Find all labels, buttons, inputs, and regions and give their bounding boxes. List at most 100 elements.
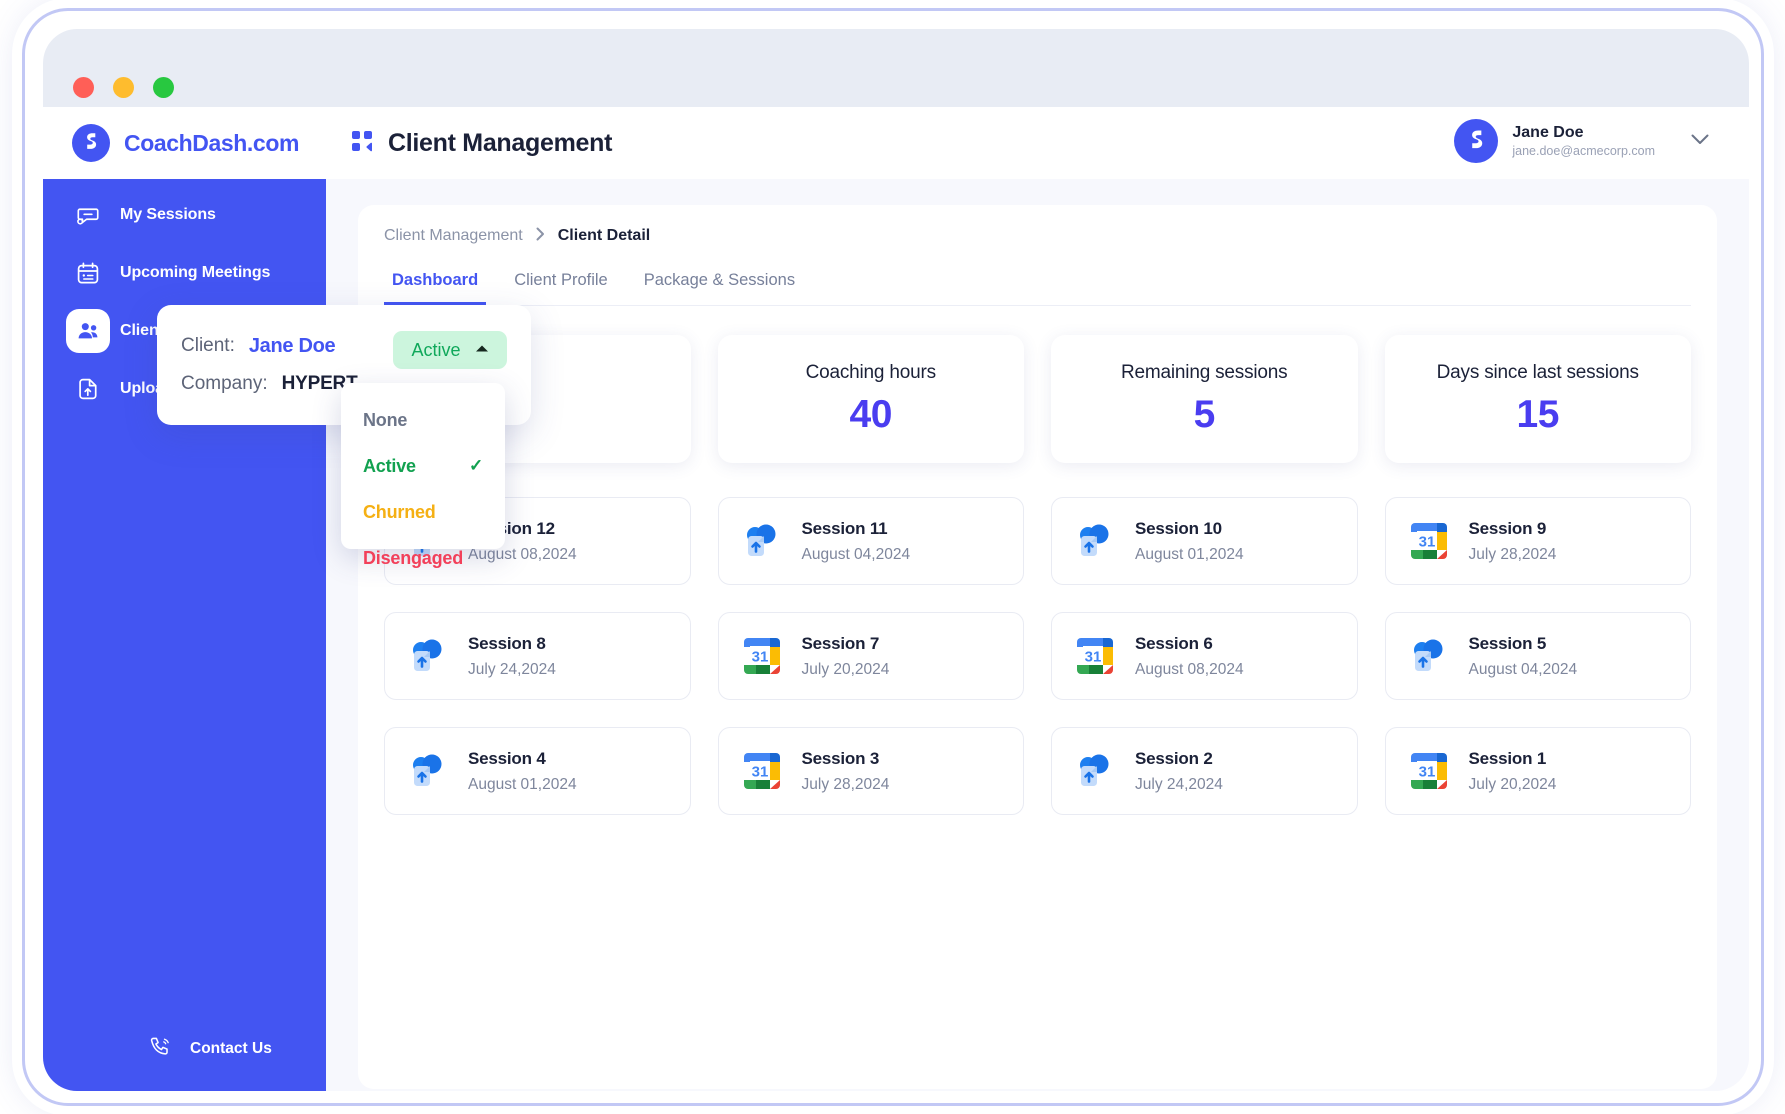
stat-card-remaining-sessions: Remaining sessions 5: [1051, 335, 1358, 463]
session-date: July 28,2024: [802, 776, 890, 794]
check-icon: ✓: [469, 456, 483, 476]
sidebar-item-label: Upcoming Meetings: [120, 264, 270, 282]
breadcrumb: Client Management Client Detail: [384, 227, 1691, 245]
google-calendar-icon: 31: [1406, 518, 1452, 564]
tab-client-profile[interactable]: Client Profile: [506, 271, 616, 305]
session-card[interactable]: Session 2 July 24,2024: [1051, 727, 1358, 815]
session-date: August 08,2024: [1135, 661, 1244, 679]
session-card[interactable]: 31Session 6August 08,2024: [1051, 612, 1358, 700]
chevron-right-icon: [536, 227, 545, 245]
session-card[interactable]: Session 11 August 04,2024: [718, 497, 1025, 585]
stats-row: Coaching hours 40 Remaining sessions 5 D…: [384, 335, 1691, 463]
session-card[interactable]: 31 Session 9 July 28,2024: [1385, 497, 1692, 585]
session-date: August 04,2024: [802, 546, 911, 564]
stat-value: 40: [850, 393, 892, 437]
app-screen: CoachDash.com Client Management Jane D: [43, 29, 1749, 1091]
company-label: Company:: [181, 373, 268, 395]
client-label: Client:: [181, 335, 235, 357]
session-name: Session 3: [802, 749, 890, 769]
session-date: August 01,2024: [468, 776, 577, 794]
session-date: July 24,2024: [1135, 776, 1223, 794]
status-option-label: Churned: [363, 502, 436, 523]
cloud-upload-icon: [1406, 633, 1452, 679]
session-name: Session 10: [1135, 519, 1244, 539]
session-date: August 01,2024: [1135, 546, 1244, 564]
session-card[interactable]: 31 Session 7 July 20,2024: [718, 612, 1025, 700]
status-option-churned[interactable]: Churned: [341, 489, 505, 535]
file-upload-icon: [75, 376, 101, 402]
sidebar-contact-us[interactable]: Contact Us: [43, 1035, 272, 1063]
session-name: Session 9: [1469, 519, 1557, 539]
window-close-button[interactable]: [73, 77, 94, 98]
session-date: July 20,2024: [802, 661, 890, 679]
cloud-upload-icon: [405, 633, 451, 679]
main-content: Client Management Client Detail Dashboar…: [326, 179, 1749, 1091]
session-name: Session 7: [802, 634, 890, 654]
google-calendar-icon: 31: [739, 748, 785, 794]
session-name: Session 4: [468, 749, 577, 769]
brand-logo[interactable]: CoachDash.com: [43, 107, 326, 179]
google-calendar-icon: 31: [1072, 633, 1118, 679]
coachdash-logo-icon: [72, 124, 110, 162]
window-zoom-button[interactable]: [153, 77, 174, 98]
svg-text:31: 31: [1085, 649, 1102, 666]
user-email: jane.doe@acmecorp.com: [1512, 143, 1655, 160]
svg-text:31: 31: [751, 764, 768, 781]
sidebar-contact-us-label: Contact Us: [190, 1040, 272, 1058]
breadcrumb-root[interactable]: Client Management: [384, 227, 523, 245]
session-name: Session 8: [468, 634, 556, 654]
session-date: August 04,2024: [1469, 661, 1578, 679]
status-option-active[interactable]: Active ✓: [341, 443, 505, 489]
brand-name: CoachDash.com: [124, 130, 299, 157]
session-card[interactable]: Session 4 August 01,2024: [384, 727, 691, 815]
stat-value: 15: [1517, 393, 1559, 437]
page-title: Client Management: [388, 129, 612, 158]
status-option-disengaged[interactable]: Disengaged: [341, 535, 505, 581]
tab-dashboard[interactable]: Dashboard: [384, 271, 486, 305]
breadcrumb-current: Client Detail: [558, 227, 650, 245]
user-name: Jane Doe: [1512, 122, 1655, 144]
window-titlebar: [43, 29, 1749, 107]
google-calendar-icon: 31: [1406, 748, 1452, 794]
sidebar-item-upcoming-meetings[interactable]: Upcoming Meetings: [43, 245, 326, 301]
cloud-upload-icon: [1072, 518, 1118, 564]
stat-label: Remaining sessions: [1121, 362, 1287, 384]
session-card[interactable]: 31 Session 3 July 28,2024: [718, 727, 1025, 815]
stat-card-coaching-hours: Coaching hours 40: [718, 335, 1025, 463]
session-date: July 28,2024: [1469, 546, 1557, 564]
tab-bar: Dashboard Client Profile Package & Sessi…: [384, 271, 1691, 306]
session-date: July 20,2024: [1469, 776, 1557, 794]
phone-icon: [149, 1035, 172, 1063]
tab-package-sessions[interactable]: Package & Sessions: [636, 271, 803, 305]
status-dropdown-menu: NoneActive✓ChurnedDisengaged: [341, 383, 505, 549]
session-date: July 24,2024: [468, 661, 556, 679]
session-card[interactable]: Session 10 August 01,2024: [1051, 497, 1358, 585]
grid-dashboard-icon: [351, 130, 373, 157]
session-card[interactable]: Session 8 July 24,2024: [384, 612, 691, 700]
client-value: Jane Doe: [249, 335, 336, 358]
chevron-down-icon[interactable]: [1691, 132, 1709, 150]
status-option-label: Active: [363, 456, 416, 477]
window-minimize-button[interactable]: [113, 77, 134, 98]
session-card[interactable]: Session 5August 04,2024: [1385, 612, 1692, 700]
sidebar-item-my-sessions[interactable]: My Sessions: [43, 187, 326, 243]
status-option-label: Disengaged: [363, 548, 463, 569]
google-calendar-icon: 31: [739, 633, 785, 679]
sidebar-item-label: My Sessions: [120, 206, 216, 224]
session-card[interactable]: 31 Session 1 July 20,2024: [1385, 727, 1692, 815]
session-name: Session 11: [802, 519, 911, 539]
cloud-upload-icon: [1072, 748, 1118, 794]
cloud-upload-icon: [405, 748, 451, 794]
session-name: Session 1: [1469, 749, 1557, 769]
laptop-frame: CoachDash.com Client Management Jane D: [22, 8, 1764, 1106]
user-menu[interactable]: Jane Doe jane.doe@acmecorp.com: [1454, 119, 1709, 163]
session-name: Session 2: [1135, 749, 1223, 769]
status-option-none[interactable]: None: [341, 397, 505, 443]
status-option-label: None: [363, 410, 407, 431]
app-topbar: CoachDash.com Client Management Jane D: [43, 107, 1749, 179]
svg-text:31: 31: [1418, 764, 1435, 781]
stat-value: 5: [1194, 393, 1215, 437]
calendar-icon: [75, 260, 101, 286]
status-badge[interactable]: Active: [393, 331, 507, 369]
sessions-icon: [75, 202, 101, 228]
